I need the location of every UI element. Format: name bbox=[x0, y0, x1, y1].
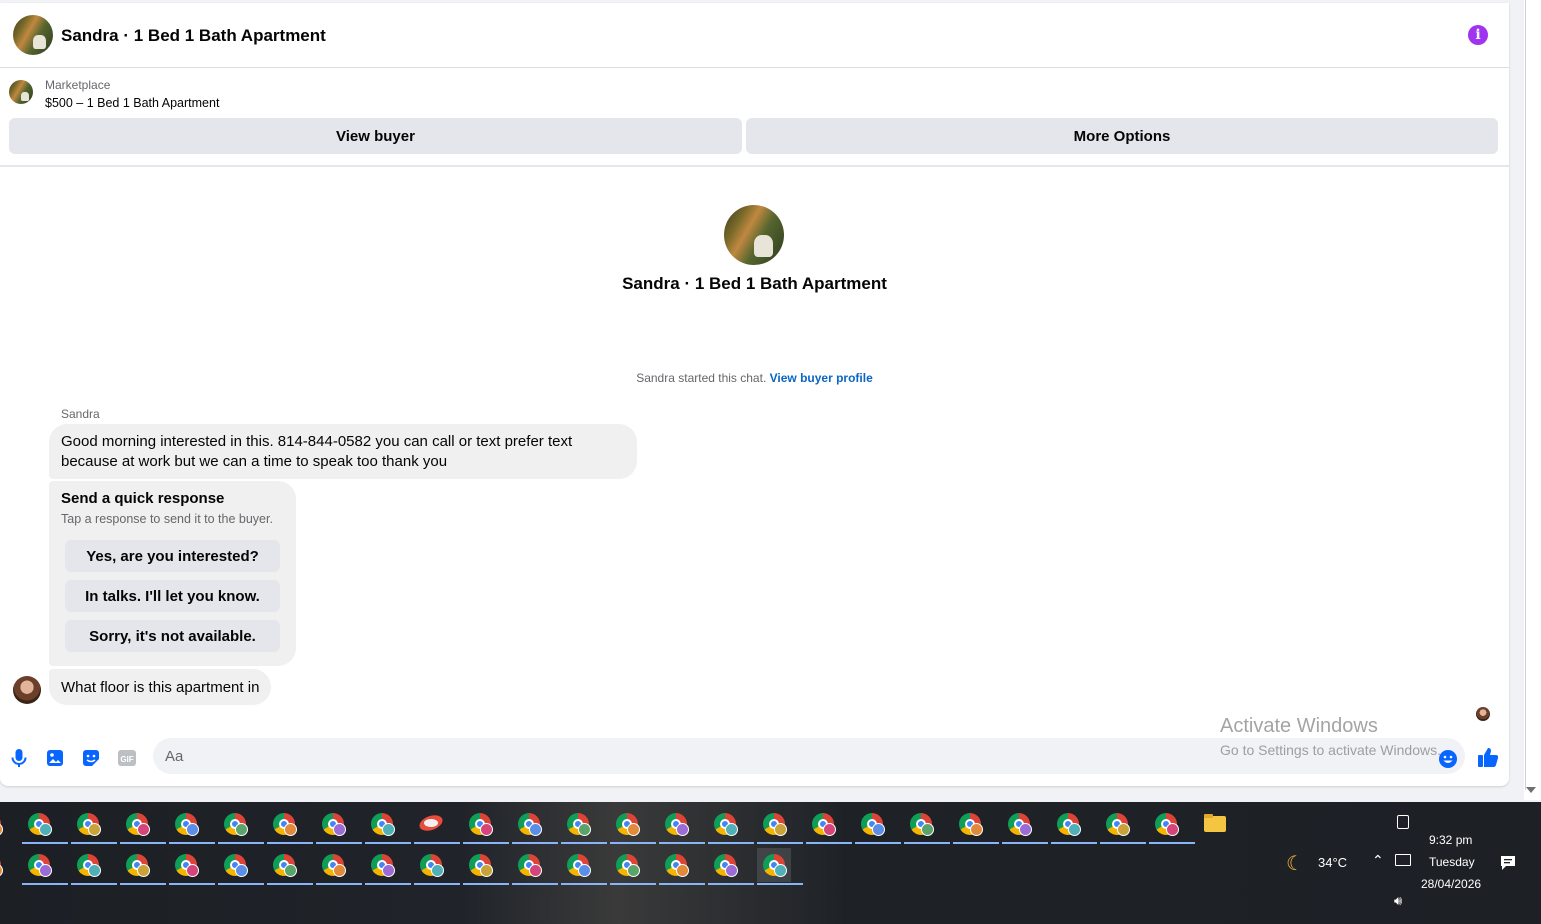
view-buyer-profile-link[interactable]: View buyer profile bbox=[770, 371, 873, 385]
microphone-icon[interactable] bbox=[9, 748, 29, 768]
photo-icon[interactable] bbox=[45, 748, 65, 768]
file-explorer-icon[interactable] bbox=[1198, 807, 1232, 841]
chrome-profile-icon[interactable] bbox=[0, 807, 7, 841]
message-bubble[interactable]: What floor is this apartment in bbox=[49, 669, 272, 705]
quick-response-option[interactable]: In talks. I'll let you know. bbox=[65, 580, 280, 612]
chrome-profile-icon[interactable] bbox=[1002, 807, 1048, 844]
chat-started-note: Sandra started this chat. View buyer pro… bbox=[0, 371, 1509, 385]
watermark-title: Activate Windows bbox=[1220, 715, 1378, 737]
chrome-profile-icon[interactable] bbox=[316, 848, 362, 885]
notification-icon[interactable] bbox=[1500, 855, 1516, 871]
chrome-profile-icon[interactable] bbox=[561, 848, 607, 885]
quick-response-subtext: Tap a response to send it to the buyer. bbox=[61, 512, 273, 526]
app-icon[interactable] bbox=[414, 807, 460, 844]
chrome-profile-icon[interactable] bbox=[463, 848, 509, 885]
chrome-profile-icon[interactable] bbox=[953, 807, 999, 844]
started-text: Sandra started this chat. bbox=[636, 371, 767, 385]
chat-header: Sandra · 1 Bed 1 Bath Apartment i bbox=[0, 3, 1509, 68]
listing-bar: Marketplace $500 – 1 Bed 1 Bath Apartmen… bbox=[0, 68, 1509, 167]
meet-icon[interactable] bbox=[1397, 815, 1409, 829]
chevron-up-icon[interactable]: ⌃ bbox=[1372, 852, 1384, 869]
quick-response-card: Send a quick response Tap a response to … bbox=[49, 481, 296, 666]
scroll-down-arrow-icon[interactable] bbox=[1526, 787, 1536, 793]
chrome-profile-icon[interactable] bbox=[561, 807, 607, 844]
watermark-subtitle: Go to Settings to activate Windows. bbox=[1220, 742, 1441, 758]
svg-text:GIF: GIF bbox=[120, 755, 133, 764]
quick-response-heading: Send a quick response bbox=[61, 490, 225, 507]
read-receipt-avatar bbox=[1476, 707, 1490, 721]
chrome-profile-icon[interactable] bbox=[904, 807, 950, 844]
moon-weather-icon[interactable]: ☾ bbox=[1286, 851, 1304, 876]
listing-price-title[interactable]: $500 – 1 Bed 1 Bath Apartment bbox=[45, 96, 219, 110]
view-buyer-button[interactable]: View buyer bbox=[9, 118, 742, 154]
weather-temp[interactable]: 34°C bbox=[1318, 855, 1347, 870]
chrome-profile-icon[interactable] bbox=[708, 807, 754, 844]
chrome-profile-icon[interactable] bbox=[806, 807, 852, 844]
info-icon[interactable]: i bbox=[1468, 25, 1488, 45]
chrome-profile-icon[interactable] bbox=[267, 848, 313, 885]
chrome-profile-icon[interactable] bbox=[659, 807, 705, 844]
intro-title: Sandra · 1 Bed 1 Bath Apartment bbox=[622, 274, 887, 293]
chrome-profile-icon[interactable] bbox=[365, 807, 411, 844]
chrome-profile-icon[interactable] bbox=[757, 848, 803, 885]
chrome-profile-icon[interactable] bbox=[169, 807, 215, 844]
message-bubble[interactable]: Good morning interested in this. 814-844… bbox=[49, 424, 637, 479]
chrome-profile-icon[interactable] bbox=[512, 807, 558, 844]
taskbar: ☾ 34°C ⌃ 🔊︎ 9:32 pm Tuesday 28/04/2026 bbox=[0, 802, 1541, 924]
network-icon[interactable] bbox=[1395, 854, 1411, 866]
clock-time[interactable]: 9:32 pm bbox=[1429, 833, 1472, 847]
gif-icon[interactable]: GIF bbox=[117, 748, 137, 768]
quick-response-option[interactable]: Sorry, it's not available. bbox=[65, 620, 280, 652]
chrome-profile-icon[interactable] bbox=[316, 807, 362, 844]
more-options-button[interactable]: More Options bbox=[746, 118, 1498, 154]
page-scrollbar[interactable] bbox=[1524, 0, 1541, 800]
chrome-profile-icon[interactable] bbox=[218, 848, 264, 885]
listing-thumbnail[interactable] bbox=[9, 80, 33, 104]
chrome-profile-icon[interactable] bbox=[659, 848, 705, 885]
chrome-profile-icon[interactable] bbox=[855, 807, 901, 844]
chrome-profile-icon[interactable] bbox=[1100, 807, 1146, 844]
quick-response-option[interactable]: Yes, are you interested? bbox=[65, 540, 280, 572]
chrome-profile-icon[interactable] bbox=[267, 807, 313, 844]
chrome-profile-icon[interactable] bbox=[120, 848, 166, 885]
marketplace-label: Marketplace bbox=[45, 78, 111, 92]
sticker-icon[interactable] bbox=[81, 748, 101, 768]
chrome-profile-icon[interactable] bbox=[218, 807, 264, 844]
chrome-profile-icon[interactable] bbox=[610, 848, 656, 885]
listing-avatar[interactable] bbox=[13, 15, 53, 55]
chrome-profile-icon[interactable] bbox=[71, 807, 117, 844]
sender-name: Sandra bbox=[61, 407, 100, 421]
thumbs-up-icon[interactable] bbox=[1477, 746, 1499, 768]
chrome-profile-icon[interactable] bbox=[22, 848, 68, 885]
emoji-icon[interactable] bbox=[1438, 749, 1458, 769]
chrome-profile-icon[interactable] bbox=[1149, 807, 1195, 844]
chrome-profile-icon[interactable] bbox=[512, 848, 558, 885]
chrome-profile-icon[interactable] bbox=[0, 848, 7, 882]
chrome-profile-icon[interactable] bbox=[169, 848, 215, 885]
chrome-profile-icon[interactable] bbox=[610, 807, 656, 844]
chrome-profile-icon[interactable] bbox=[1051, 807, 1097, 844]
volume-icon[interactable]: 🔊︎ bbox=[1394, 893, 1402, 909]
intro-avatar[interactable] bbox=[724, 205, 784, 265]
chrome-profile-icon[interactable] bbox=[365, 848, 411, 885]
clock-date[interactable]: 28/04/2026 bbox=[1421, 877, 1481, 891]
sender-avatar[interactable] bbox=[13, 676, 41, 704]
chat-title[interactable]: Sandra · 1 Bed 1 Bath Apartment bbox=[61, 26, 326, 46]
chrome-profile-icon[interactable] bbox=[22, 807, 68, 844]
chrome-profile-icon[interactable] bbox=[120, 807, 166, 844]
chrome-profile-icon[interactable] bbox=[71, 848, 117, 885]
chrome-profile-icon[interactable] bbox=[708, 848, 754, 885]
chrome-profile-icon[interactable] bbox=[463, 807, 509, 844]
chrome-profile-icon[interactable] bbox=[414, 848, 460, 885]
clock-day[interactable]: Tuesday bbox=[1429, 855, 1475, 869]
activate-windows-watermark: Activate Windows Go to Settings to activ… bbox=[1220, 715, 1441, 758]
chrome-profile-icon[interactable] bbox=[757, 807, 803, 844]
chat-panel: Sandra · 1 Bed 1 Bath Apartment i Market… bbox=[0, 3, 1509, 786]
